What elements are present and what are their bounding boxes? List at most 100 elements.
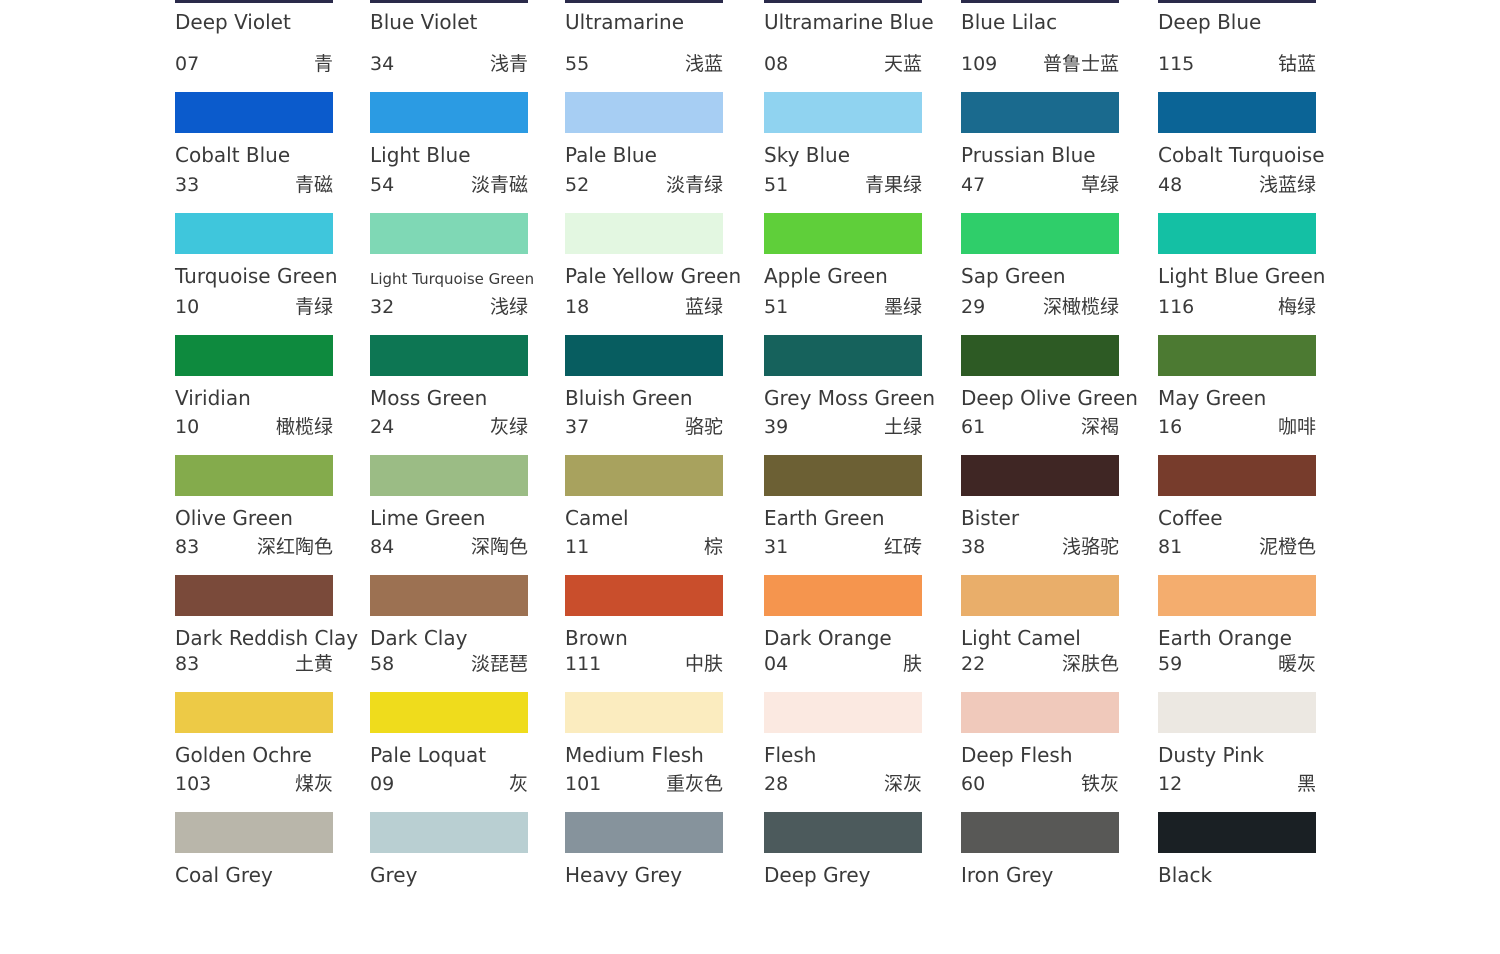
color-header: 81 泥橙色 bbox=[1158, 535, 1316, 559]
color-name: Olive Green bbox=[175, 506, 293, 530]
chinese-name: 橄榄绿 bbox=[275, 416, 333, 438]
color-header: 37 骆驼 bbox=[565, 415, 723, 439]
color-code: 55 bbox=[565, 53, 590, 75]
color-name: Deep Blue bbox=[1158, 10, 1262, 34]
color-header: 83 深红陶色 bbox=[175, 535, 333, 559]
color-name: May Green bbox=[1158, 386, 1267, 410]
color-name: Light Blue bbox=[370, 143, 471, 167]
chinese-name: 深陶色 bbox=[470, 536, 528, 558]
color-code: 116 bbox=[1158, 296, 1195, 318]
color-name: Pale Loquat bbox=[370, 743, 487, 767]
chinese-name: 淡青磁 bbox=[470, 174, 528, 196]
color-name: Pale Yellow Green bbox=[565, 264, 742, 288]
color-code: 33 bbox=[175, 174, 200, 196]
color-name: Coffee bbox=[1158, 506, 1223, 530]
color-name: Golden Ochre bbox=[175, 743, 312, 767]
color-name: Earth Green bbox=[764, 506, 885, 530]
chinese-name: 青磁 bbox=[294, 174, 333, 196]
color-name: Brown bbox=[565, 626, 628, 650]
chinese-name: 青绿 bbox=[294, 296, 333, 318]
color-swatch bbox=[764, 575, 922, 616]
chinese-name: 深灰 bbox=[883, 773, 922, 795]
color-strip bbox=[764, 0, 922, 3]
color-swatch bbox=[565, 692, 723, 733]
color-code: 12 bbox=[1158, 773, 1183, 795]
color-name: Light Camel bbox=[961, 626, 1081, 650]
color-name: Earth Orange bbox=[1158, 626, 1292, 650]
color-code: 59 bbox=[1158, 653, 1183, 675]
color-code: 103 bbox=[175, 773, 212, 795]
color-header: 115 钴蓝 bbox=[1158, 52, 1316, 76]
color-strip bbox=[175, 0, 333, 3]
color-header: 54 淡青磁 bbox=[370, 173, 528, 197]
color-swatch bbox=[764, 455, 922, 496]
color-name: Bister bbox=[961, 506, 1020, 530]
color-code: 111 bbox=[565, 653, 602, 675]
color-swatch bbox=[565, 812, 723, 853]
chinese-name: 红砖 bbox=[883, 536, 922, 558]
color-header: 61 深褐 bbox=[961, 415, 1119, 439]
chinese-name: 淡青绿 bbox=[665, 174, 723, 196]
color-header: 11 棕 bbox=[565, 535, 723, 559]
color-name: Bluish Green bbox=[565, 386, 693, 410]
color-header: 29 深橄榄绿 bbox=[961, 295, 1119, 319]
color-header: 52 淡青绿 bbox=[565, 173, 723, 197]
color-swatch bbox=[175, 455, 333, 496]
color-name: Light Blue Green bbox=[1158, 264, 1326, 288]
chinese-name: 黑 bbox=[1296, 773, 1316, 795]
color-header: 33 青磁 bbox=[175, 173, 333, 197]
chinese-name: 浅骆驼 bbox=[1061, 536, 1119, 558]
color-swatch bbox=[961, 812, 1119, 853]
color-swatch bbox=[1158, 213, 1316, 254]
color-name: Lime Green bbox=[370, 506, 486, 530]
color-header: 09 灰 bbox=[370, 772, 528, 796]
color-code: 54 bbox=[370, 174, 395, 196]
color-name: Deep Flesh bbox=[961, 743, 1073, 767]
color-code: 22 bbox=[961, 653, 986, 675]
color-header: 22 深肤色 bbox=[961, 652, 1119, 676]
color-swatch bbox=[1158, 575, 1316, 616]
color-code: 28 bbox=[764, 773, 789, 795]
chinese-name: 肤 bbox=[902, 653, 922, 675]
color-name: Medium Flesh bbox=[565, 743, 704, 767]
color-header: 10 橄榄绿 bbox=[175, 415, 333, 439]
color-swatch bbox=[961, 575, 1119, 616]
chinese-name: 中肤 bbox=[684, 653, 723, 675]
color-name: Blue Violet bbox=[370, 10, 478, 34]
chinese-name: 天蓝 bbox=[883, 53, 922, 75]
color-code: 60 bbox=[961, 773, 986, 795]
color-code: 38 bbox=[961, 536, 986, 558]
color-code: 37 bbox=[565, 416, 590, 438]
color-swatch bbox=[764, 812, 922, 853]
chinese-name: 土黄 bbox=[294, 653, 333, 675]
color-code: 81 bbox=[1158, 536, 1183, 558]
color-code: 48 bbox=[1158, 174, 1183, 196]
color-header: 39 土绿 bbox=[764, 415, 922, 439]
chinese-name: 草绿 bbox=[1080, 174, 1119, 196]
color-swatch bbox=[764, 92, 922, 133]
color-header: 28 深灰 bbox=[764, 772, 922, 796]
color-code: 11 bbox=[565, 536, 590, 558]
color-name: Grey Moss Green bbox=[764, 386, 936, 410]
color-swatch bbox=[764, 692, 922, 733]
color-code: 52 bbox=[565, 174, 590, 196]
color-code: 34 bbox=[370, 53, 395, 75]
color-strip bbox=[961, 0, 1119, 3]
color-header: 51 青果绿 bbox=[764, 173, 922, 197]
color-header: 04 肤 bbox=[764, 652, 922, 676]
color-code: 07 bbox=[175, 53, 200, 75]
color-swatch bbox=[1158, 92, 1316, 133]
color-header: 116 梅绿 bbox=[1158, 295, 1316, 319]
color-header: 38 浅骆驼 bbox=[961, 535, 1119, 559]
color-code: 115 bbox=[1158, 53, 1195, 75]
chinese-name: 深红陶色 bbox=[256, 536, 333, 558]
color-name: Ultramarine Blue bbox=[764, 10, 934, 34]
color-code: 83 bbox=[175, 536, 200, 558]
chinese-name: 钴蓝 bbox=[1277, 53, 1316, 75]
color-swatch bbox=[764, 213, 922, 254]
color-header: 08 天蓝 bbox=[764, 52, 922, 76]
color-code: 18 bbox=[565, 296, 590, 318]
color-swatch bbox=[175, 575, 333, 616]
color-header: 32 浅绿 bbox=[370, 295, 528, 319]
color-code: 32 bbox=[370, 296, 395, 318]
